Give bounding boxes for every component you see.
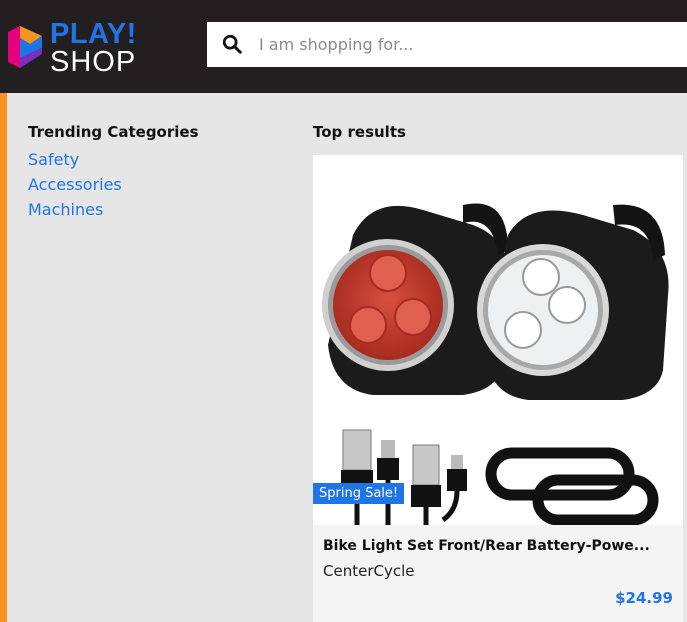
- search-icon[interactable]: [221, 33, 243, 55]
- category-link-accessories[interactable]: Accessories: [28, 172, 288, 197]
- category-link-safety[interactable]: Safety: [28, 147, 288, 172]
- product-brand: CenterCycle: [323, 562, 415, 580]
- product-image[interactable]: Spring Sale!: [313, 155, 683, 525]
- trending-categories: Trending Categories Safety Accessories M…: [28, 123, 288, 222]
- top-results-title: Top results: [313, 123, 406, 141]
- search-bar: [207, 22, 687, 67]
- category-link-machines[interactable]: Machines: [28, 197, 288, 222]
- product-price: $24.99: [615, 589, 673, 607]
- search-dropdown: Trending Categories Safety Accessories M…: [0, 93, 687, 622]
- trending-categories-title: Trending Categories: [28, 123, 199, 141]
- site-header: PLAY! SHOP: [0, 0, 687, 93]
- play-shop-logo[interactable]: PLAY! SHOP: [6, 16, 146, 78]
- dropdown-accent-bar: [0, 93, 7, 622]
- logo-shop-text: SHOP: [50, 46, 137, 78]
- product-name[interactable]: Bike Light Set Front/Rear Battery-Powe..…: [323, 538, 675, 554]
- logo-mark-icon: [8, 26, 42, 68]
- sale-badge: Spring Sale!: [313, 483, 405, 504]
- product-card[interactable]: Spring Sale! Bike Light Set Front/Rear B…: [313, 155, 683, 622]
- bike-light-set-image: [313, 155, 683, 525]
- search-input[interactable]: [259, 22, 679, 67]
